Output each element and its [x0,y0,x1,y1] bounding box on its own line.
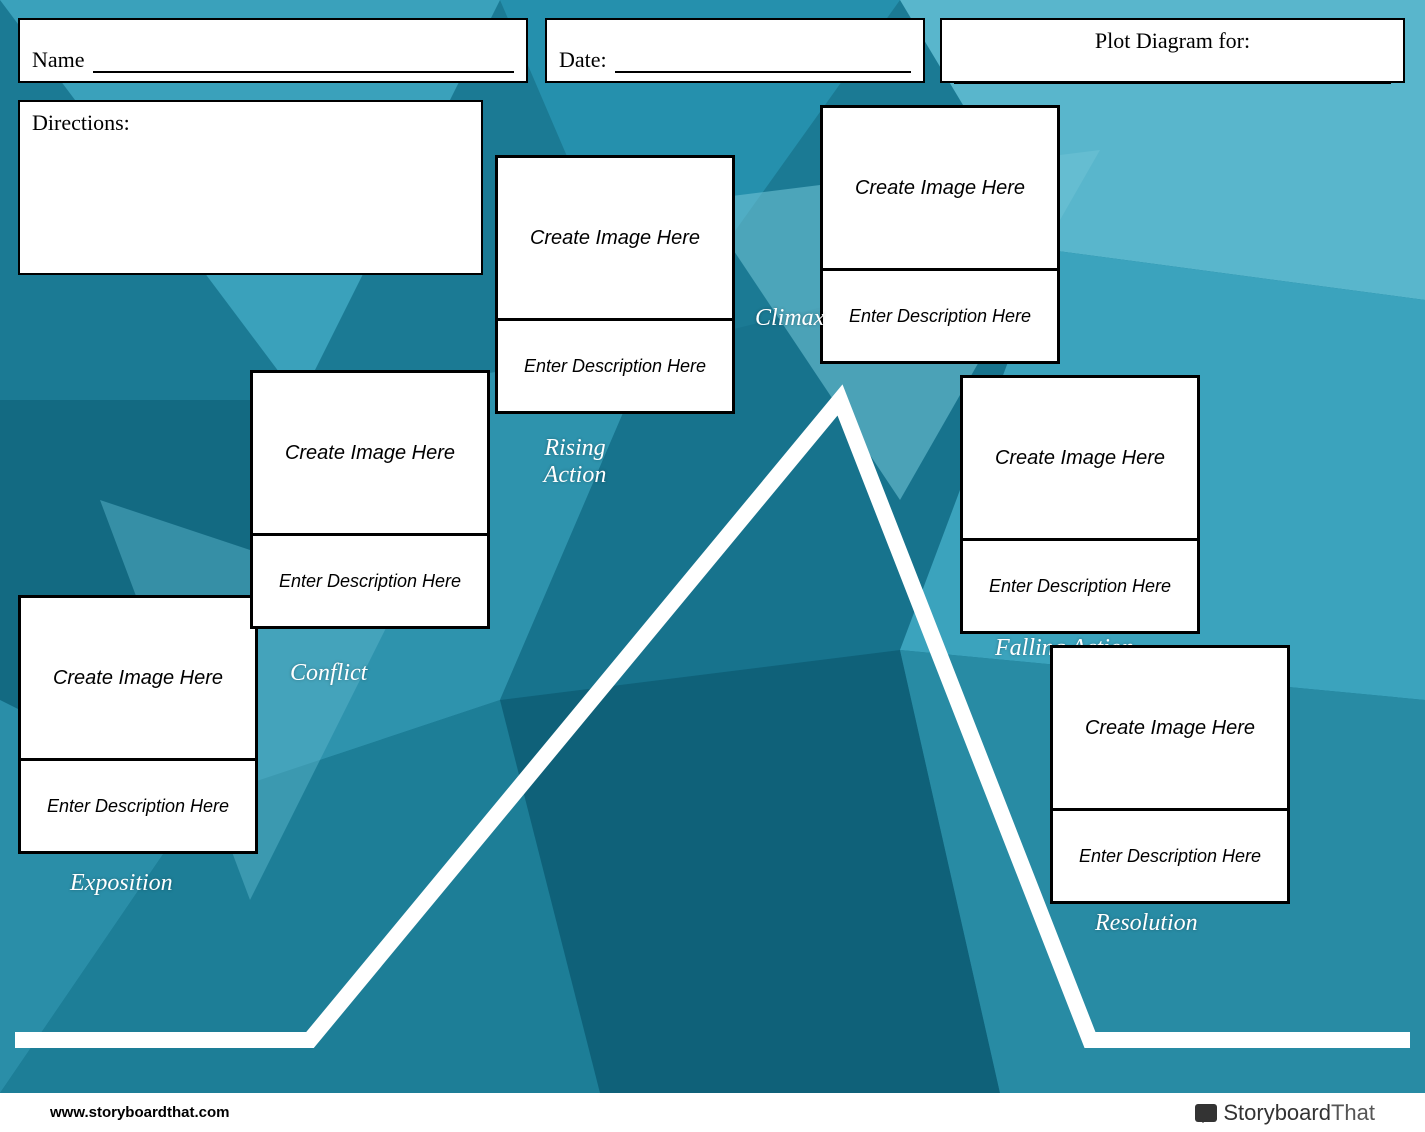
directions-label: Directions: [32,110,130,135]
climax-description[interactable]: Enter Description Here [823,271,1057,361]
directions-box[interactable]: Directions: [18,100,483,275]
climax-image-area[interactable]: Create Image Here [823,108,1057,268]
rising-action-card[interactable]: Create Image Here Enter Description Here [495,155,735,414]
plot-for-label: Plot Diagram for: [954,28,1391,54]
footer-url: www.storyboardthat.com [50,1104,229,1121]
exposition-image-area[interactable]: Create Image Here [21,598,255,758]
rising-action-label: Rising Action [530,435,620,489]
rising-description[interactable]: Enter Description Here [498,321,732,411]
resolution-card[interactable]: Create Image Here Enter Description Here [1050,645,1290,904]
name-field[interactable]: Name [18,18,528,83]
resolution-label: Resolution [1095,910,1198,937]
footer-brand: StoryboardThat [1195,1100,1375,1126]
date-label: Date: [559,47,607,73]
speech-bubble-icon [1195,1104,1217,1122]
exposition-card[interactable]: Create Image Here Enter Description Here [18,595,258,854]
exposition-label: Exposition [70,870,173,897]
exposition-description[interactable]: Enter Description Here [21,761,255,851]
plot-for-field[interactable]: Plot Diagram for: [940,18,1405,83]
falling-action-card[interactable]: Create Image Here Enter Description Here [960,375,1200,634]
falling-image-area[interactable]: Create Image Here [963,378,1197,538]
conflict-label: Conflict [290,660,367,687]
conflict-card[interactable]: Create Image Here Enter Description Here [250,370,490,629]
falling-description[interactable]: Enter Description Here [963,541,1197,631]
resolution-image-area[interactable]: Create Image Here [1053,648,1287,808]
date-field[interactable]: Date: [545,18,925,83]
resolution-description[interactable]: Enter Description Here [1053,811,1287,901]
climax-label: Climax [755,305,824,332]
footer: www.storyboardthat.com StoryboardThat [0,1093,1425,1132]
climax-card[interactable]: Create Image Here Enter Description Here [820,105,1060,364]
name-label: Name [32,47,85,73]
rising-image-area[interactable]: Create Image Here [498,158,732,318]
conflict-image-area[interactable]: Create Image Here [253,373,487,533]
worksheet: Name Date: Plot Diagram for: Directions:… [0,0,1425,1093]
conflict-description[interactable]: Enter Description Here [253,536,487,626]
